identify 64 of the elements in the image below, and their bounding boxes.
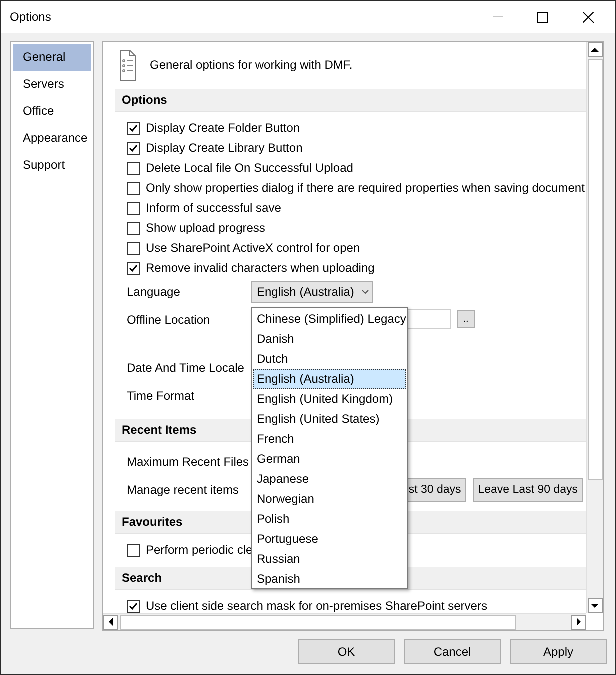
field-label: Date And Time Locale (127, 361, 246, 375)
checkbox-label: Remove invalid characters when uploading (146, 261, 375, 275)
dropdown-option[interactable]: Japanese (253, 469, 406, 489)
dialog-button[interactable]: Apply (510, 639, 607, 664)
caret-icon[interactable] (362, 290, 370, 294)
sidebar-item[interactable]: Servers (13, 71, 91, 98)
checkbox-label: Display Create Folder Button (146, 121, 300, 135)
checkbox-label: Use client side search mask for on-premises SharePoint servers (146, 599, 488, 613)
checkbox[interactable] (127, 162, 140, 174)
checkbox-label: Use SharePoint ActiveX control for open (146, 241, 360, 255)
dialog-button[interactable]: OK (298, 639, 395, 664)
browse-button[interactable]: .. (457, 310, 475, 328)
window-title: Options (10, 10, 52, 24)
sidebar-item[interactable]: Appearance (13, 125, 91, 152)
document-icon (120, 50, 136, 80)
checkbox-label: Inform of successful save (146, 201, 282, 215)
checkbox[interactable] (127, 262, 140, 274)
scroll-down-button[interactable] (588, 598, 602, 613)
sidebar-item[interactable]: General (13, 44, 91, 71)
scroll-right-button[interactable] (571, 614, 586, 630)
field-label: Manage recent items (127, 483, 240, 497)
field-label: Time Format (127, 389, 196, 403)
scrollbar-thumb[interactable] (120, 614, 516, 630)
section-header: Options (115, 89, 586, 112)
dropdown-option[interactable]: Norwegian (253, 489, 406, 509)
checkbox[interactable] (127, 122, 140, 134)
sidebar-item[interactable]: Office (13, 98, 91, 125)
dropdown-option[interactable]: Polish (253, 509, 406, 529)
field-label: Offline Location (127, 313, 212, 327)
checkbox[interactable] (127, 202, 140, 214)
dropdown-option[interactable]: English (Australia) (253, 369, 406, 389)
field-label: Language (127, 285, 182, 299)
right-arrow-icon[interactable] (576, 618, 580, 626)
dropdown-option[interactable]: Russian (253, 549, 406, 569)
field-label: Maximum Recent Files (127, 455, 250, 469)
maximize-icon[interactable] (537, 12, 548, 22)
dropdown-option[interactable]: English (United Kingdom) (253, 389, 406, 409)
checkbox[interactable] (127, 142, 140, 154)
dropdown-option[interactable]: Danish (253, 329, 406, 349)
checkbox[interactable] (127, 544, 140, 556)
checkbox-label: Delete Local file On Successful Upload (146, 161, 354, 175)
checkbox[interactable] (127, 222, 140, 234)
down-arrow-icon[interactable] (591, 604, 599, 608)
leave-days-button[interactable]: Leave Last 90 days (473, 478, 583, 502)
dialog-button[interactable]: Cancel (404, 639, 501, 664)
language-dropdown[interactable]: English (Australia) (251, 281, 373, 303)
dropdown-option[interactable]: Spanish (253, 569, 406, 589)
checkbox[interactable] (127, 182, 140, 194)
up-arrow-icon[interactable] (591, 48, 599, 52)
checkbox-label: Display Create Library Button (146, 141, 303, 155)
close-icon[interactable] (582, 12, 594, 22)
checkbox[interactable] (127, 600, 140, 612)
scroll-left-button[interactable] (103, 614, 118, 630)
left-arrow-icon[interactable] (108, 618, 112, 626)
scroll-up-button[interactable] (588, 42, 602, 57)
checkbox[interactable] (127, 242, 140, 254)
dropdown-option[interactable]: German (253, 449, 406, 469)
scrollbar-thumb[interactable] (588, 59, 602, 480)
checkbox-label: Only show properties dialog if there are required properties when saving document (146, 181, 585, 195)
sidebar-item[interactable]: Support (13, 152, 91, 179)
dropdown-option[interactable]: Chinese (Simplified) Legacy (253, 309, 406, 329)
checkbox-label: Show upload progress (146, 221, 266, 235)
dropdown-option[interactable]: Dutch (253, 349, 406, 369)
intro-text: General options for working with DMF. (150, 58, 353, 72)
